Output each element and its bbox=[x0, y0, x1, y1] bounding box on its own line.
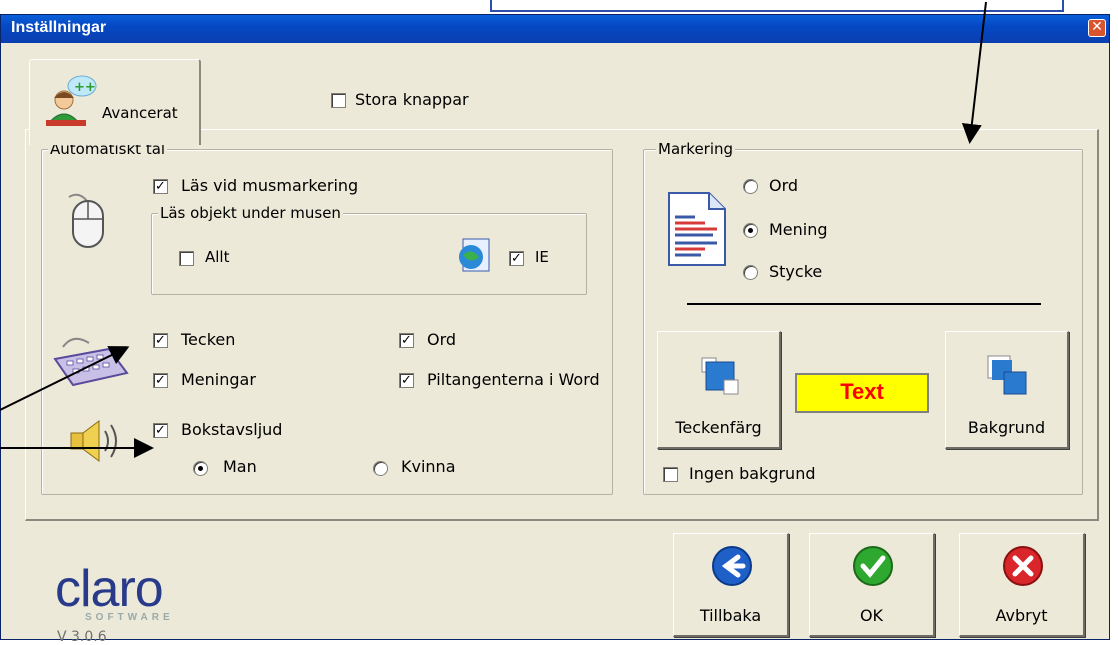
all-checkbox[interactable] bbox=[179, 251, 194, 266]
ie-checkbox[interactable]: ✓ bbox=[509, 251, 524, 266]
ok-button[interactable]: OK bbox=[809, 533, 935, 637]
speaker-icon bbox=[70, 420, 117, 462]
words-label: Ord bbox=[427, 330, 457, 349]
voice-woman-radio[interactable] bbox=[373, 461, 388, 476]
window-title: Inställningar bbox=[11, 19, 107, 36]
claro-logo: claro bbox=[55, 560, 164, 618]
mark-word-radio[interactable] bbox=[743, 179, 758, 194]
mark-paragraph-label: Stycke bbox=[769, 262, 823, 281]
ok-label: OK bbox=[859, 606, 884, 625]
arrow-keys-label: Piltangenterna i Word bbox=[427, 370, 600, 389]
read-mouse-selection-label: Läs vid musmarkering bbox=[181, 176, 359, 195]
no-background-checkbox[interactable] bbox=[663, 467, 678, 482]
text-sample-preview: Text bbox=[795, 373, 929, 413]
background-button[interactable]: Bakgrund bbox=[945, 331, 1069, 449]
tab-label: Avancerat bbox=[102, 104, 178, 122]
version-label: V 3.0.6 bbox=[57, 629, 107, 645]
arrow-keys-checkbox[interactable]: ✓ bbox=[399, 373, 414, 388]
checkmark-icon bbox=[853, 546, 893, 586]
cancel-label: Avbryt bbox=[995, 606, 1048, 625]
large-buttons-checkbox[interactable] bbox=[331, 93, 346, 108]
no-background-label: Ingen bakgrund bbox=[689, 464, 816, 483]
back-label: Tillbaka bbox=[699, 606, 762, 625]
mark-sentence-label: Mening bbox=[769, 220, 828, 239]
internet-explorer-icon bbox=[459, 238, 490, 272]
marking-legend: Markering bbox=[656, 140, 736, 158]
letter-sounds-label: Bokstavsljud bbox=[181, 420, 283, 439]
chars-checkbox[interactable]: ✓ bbox=[153, 333, 168, 348]
chars-label: Tecken bbox=[181, 330, 236, 349]
sentences-label: Meningar bbox=[181, 370, 256, 389]
voice-man-label: Man bbox=[223, 457, 257, 476]
ie-label: IE bbox=[535, 248, 549, 266]
mouse-icon bbox=[68, 193, 104, 248]
title-bar: Inställningar ✕ bbox=[1, 15, 1109, 43]
callout-box bbox=[490, 0, 1064, 12]
sentences-checkbox[interactable]: ✓ bbox=[153, 373, 168, 388]
settings-dialog: Inställningar ✕ ++ Avancerat Stora knapp… bbox=[0, 14, 1110, 645]
background-color-icon bbox=[987, 355, 1027, 395]
background-label: Bakgrund bbox=[967, 418, 1046, 437]
text-color-button[interactable]: Teckenfärg bbox=[657, 331, 781, 449]
close-button[interactable]: ✕ bbox=[1088, 19, 1106, 37]
read-mouse-selection-checkbox[interactable]: ✓ bbox=[153, 179, 168, 194]
mark-sentence-radio[interactable] bbox=[743, 223, 758, 238]
keyboard-icon bbox=[53, 337, 129, 387]
words-checkbox[interactable]: ✓ bbox=[399, 333, 414, 348]
text-color-icon bbox=[701, 357, 739, 395]
voice-man-radio[interactable] bbox=[193, 461, 208, 476]
cancel-button[interactable]: Avbryt bbox=[959, 533, 1085, 637]
cancel-x-icon bbox=[1003, 546, 1043, 586]
document-icon bbox=[668, 192, 726, 266]
back-button[interactable]: Tillbaka bbox=[673, 533, 789, 637]
text-color-label: Teckenfärg bbox=[675, 418, 762, 437]
voice-woman-label: Kvinna bbox=[401, 457, 456, 476]
document-fragment bbox=[0, 0, 1118, 14]
tab-advanced[interactable]: ++ Avancerat bbox=[29, 59, 201, 145]
mark-paragraph-radio[interactable] bbox=[743, 265, 758, 280]
separator-line bbox=[687, 303, 1041, 305]
large-buttons-label: Stora knappar bbox=[355, 90, 469, 109]
mark-word-label: Ord bbox=[769, 176, 799, 195]
claro-logo-subtitle: SOFTWARE bbox=[85, 612, 174, 623]
back-arrow-icon bbox=[712, 546, 752, 586]
letter-sounds-checkbox[interactable]: ✓ bbox=[153, 423, 168, 438]
under-mouse-legend: Läs objekt under musen bbox=[158, 204, 343, 222]
svg-text:++: ++ bbox=[74, 80, 96, 95]
user-plus-icon: ++ bbox=[46, 75, 97, 126]
all-label: Allt bbox=[205, 248, 230, 266]
